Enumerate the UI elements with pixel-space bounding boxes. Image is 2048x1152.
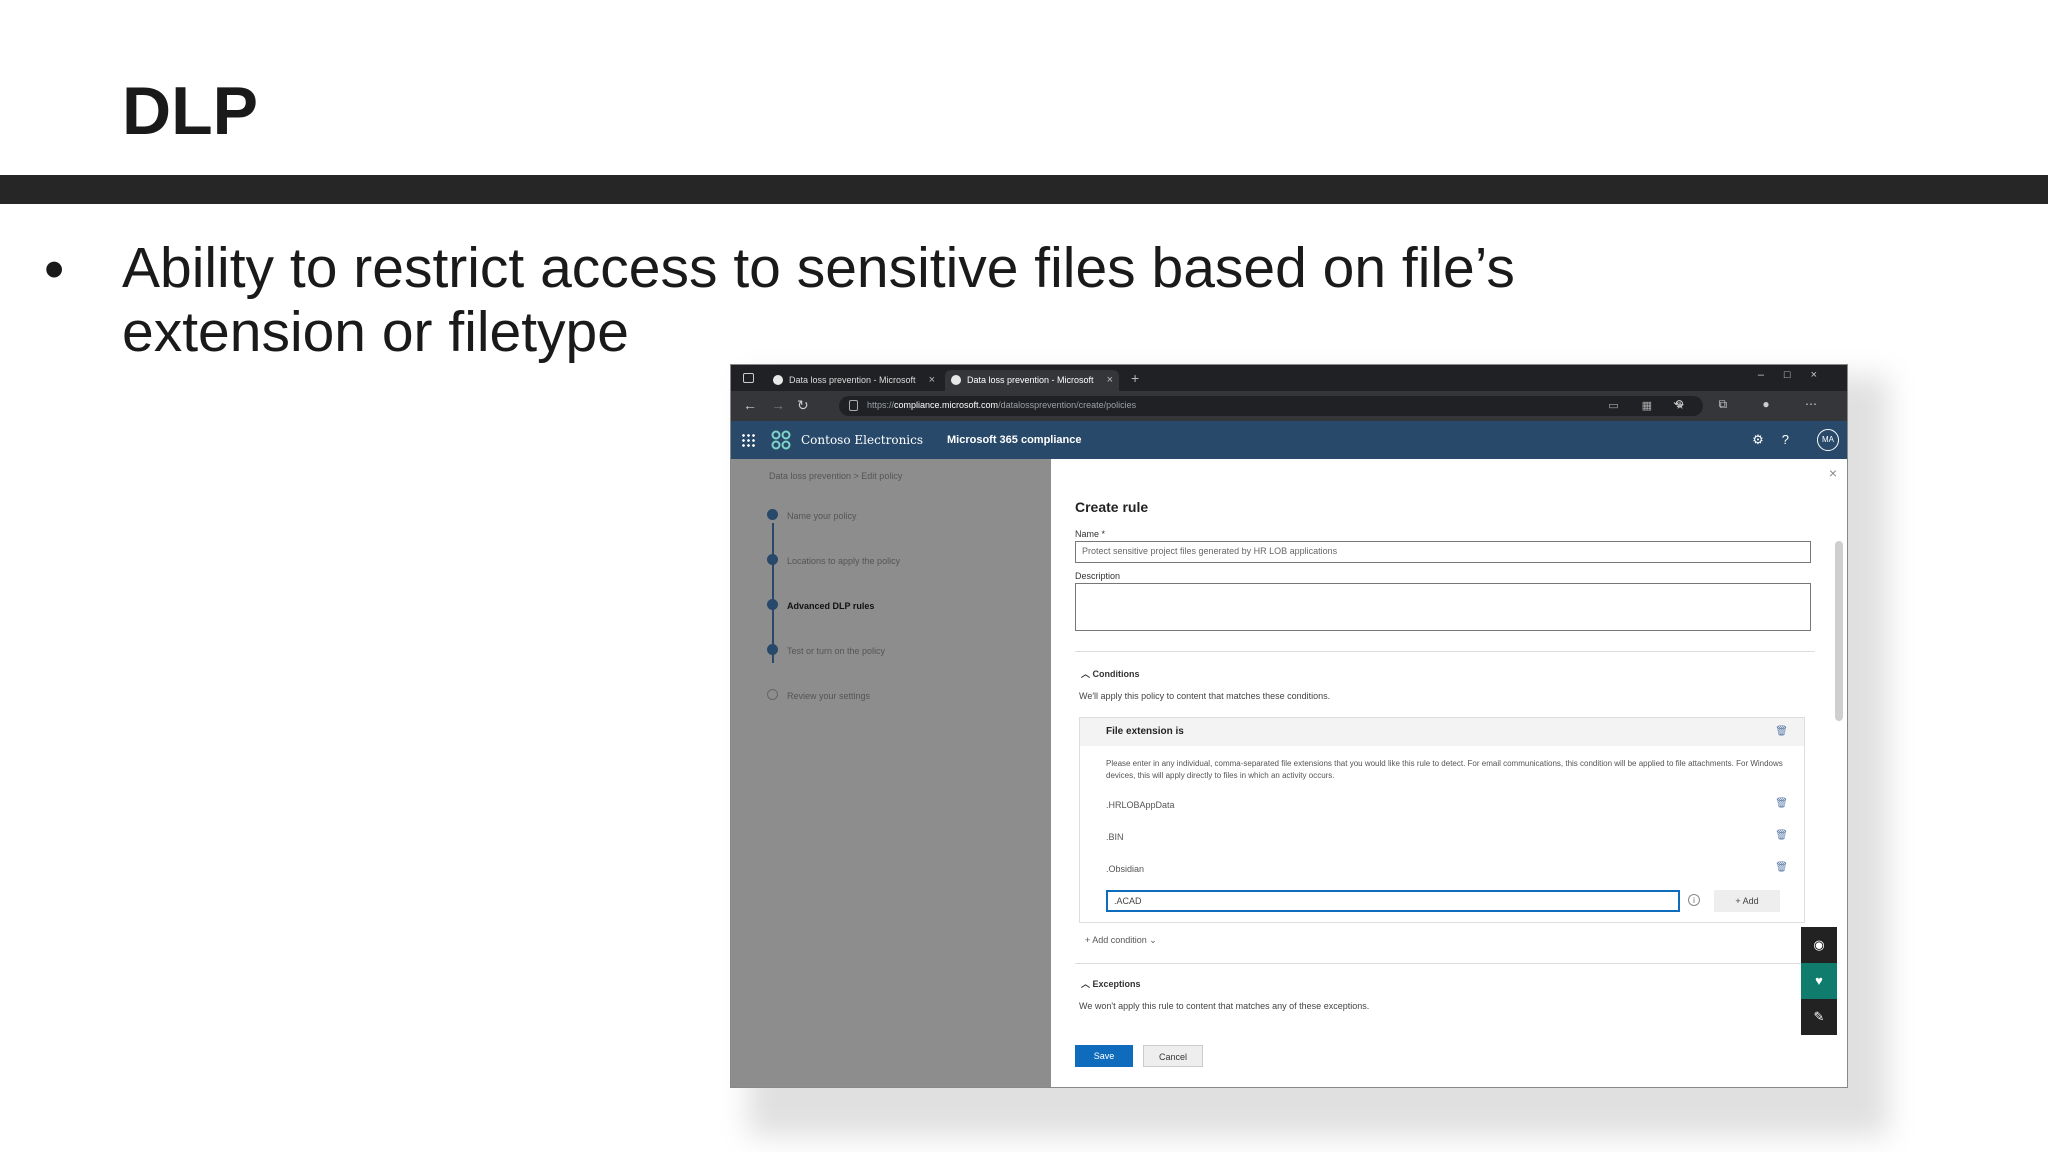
add-extension-button[interactable]: + Add: [1714, 890, 1780, 912]
close-tab-icon[interactable]: ×: [929, 374, 935, 386]
avatar[interactable]: MA: [1817, 429, 1839, 451]
condition-header[interactable]: File extension is: [1080, 718, 1804, 746]
address-bar[interactable]: https://compliance.microsoft.com/datalos…: [839, 396, 1703, 416]
contoso-logo-icon: [771, 430, 791, 450]
browser-tab-bar: Data loss prevention - Microsoft × Data …: [731, 365, 1847, 391]
extensions-icons[interactable]: ⟲ ⧉ ● ⋯: [1673, 397, 1833, 412]
trash-icon[interactable]: 🗑: [1775, 798, 1788, 809]
url-host: compliance.microsoft.com: [894, 400, 999, 410]
browser-toolbar: ← → ↻ https://compliance.microsoft.com/d…: [731, 391, 1847, 421]
close-tab-icon[interactable]: ×: [1107, 374, 1113, 386]
lock-icon: [849, 400, 858, 411]
slide: DLP • Ability to restrict access to sens…: [0, 0, 2048, 1152]
step-pending-icon: [767, 644, 778, 655]
conditions-hint: We'll apply this policy to content that …: [1079, 691, 1331, 701]
scrollbar[interactable]: [1835, 541, 1843, 721]
product-name: Microsoft 365 compliance: [947, 434, 1082, 446]
title-divider-bar: [0, 175, 2048, 204]
exceptions-hint: We won't apply this rule to content that…: [1079, 1001, 1370, 1011]
cancel-button[interactable]: Cancel: [1143, 1045, 1203, 1067]
extension-item: .BIN: [1106, 832, 1124, 842]
refresh-icon[interactable]: ↻: [797, 397, 809, 414]
back-icon[interactable]: ←: [743, 397, 757, 413]
condition-card: File extension is 🗑 Please enter in any …: [1079, 717, 1805, 923]
description-label: Description: [1075, 571, 1121, 581]
divider: [1075, 963, 1815, 964]
support-icon[interactable]: ◉: [1801, 927, 1837, 963]
condition-title: File extension is: [1106, 726, 1184, 737]
progress-rail: [772, 523, 774, 663]
rule-name-input[interactable]: Protect sensitive project files generate…: [1075, 541, 1811, 563]
wizard-step-current[interactable]: Advanced DLP rules: [787, 601, 874, 611]
exceptions-label: Exceptions: [1092, 979, 1141, 989]
extension-item: .Obsidian: [1106, 864, 1145, 874]
window-menu-icon[interactable]: [743, 373, 754, 383]
shield-icon: [773, 375, 783, 385]
embedded-screenshot: Data loss prevention - Microsoft × Data …: [730, 364, 1848, 1088]
info-icon[interactable]: i: [1688, 894, 1700, 906]
save-button[interactable]: Save: [1075, 1045, 1133, 1067]
trash-icon[interactable]: 🗑: [1775, 830, 1788, 841]
trash-icon[interactable]: 🗑: [1775, 862, 1788, 873]
wizard-sidebar: Data loss prevention > Edit policy Name …: [731, 459, 1051, 1087]
browser-tab-2[interactable]: Data loss prevention - Microsoft ×: [945, 370, 1119, 391]
url-path: /datalossprevention/create/policies: [998, 400, 1137, 410]
url-prefix: https://: [867, 400, 895, 410]
brand-name: Contoso Electronics: [801, 433, 924, 447]
description-textarea[interactable]: [1075, 583, 1811, 631]
extension-item: .HRLOBAppData: [1106, 800, 1175, 810]
step-current-icon: [767, 599, 778, 610]
condition-description: Please enter in any individual, comma-se…: [1106, 759, 1783, 780]
app-launcher-icon[interactable]: [741, 433, 755, 447]
close-icon[interactable]: ×: [1829, 465, 1837, 481]
wizard-step[interactable]: Review your settings: [787, 691, 870, 701]
name-label: Name *: [1075, 529, 1106, 539]
app-header: Contoso Electronics Microsoft 365 compli…: [731, 421, 1847, 459]
extension-input[interactable]: .ACAD: [1106, 890, 1680, 912]
exceptions-header[interactable]: ︿ Exceptions: [1081, 977, 1141, 990]
tab-title: Data loss prevention - Microsoft: [967, 375, 1094, 385]
trash-icon[interactable]: 🗑: [1775, 726, 1788, 737]
feedback-icon[interactable]: ♥: [1801, 963, 1837, 999]
window-controls[interactable]: –□×: [1758, 369, 1837, 381]
create-rule-panel: × Create rule Name * Protect sensitive p…: [1051, 459, 1847, 1087]
bullet-text: Ability to restrict access to sensitive …: [122, 236, 1515, 364]
new-tab-button[interactable]: +: [1131, 370, 1139, 386]
conditions-label: Conditions: [1092, 669, 1140, 679]
settings-help-icons[interactable]: ⚙?: [1752, 432, 1807, 448]
bullet-marker: •: [44, 237, 65, 302]
slide-title: DLP: [122, 73, 258, 149]
chat-icon[interactable]: ✎: [1801, 999, 1837, 1035]
conditions-header[interactable]: ︿ Conditions: [1081, 667, 1140, 680]
forward-icon[interactable]: →: [771, 397, 785, 413]
browser-tab-1[interactable]: Data loss prevention - Microsoft ×: [767, 370, 941, 391]
chevron-up-icon: ︿: [1081, 979, 1091, 989]
shield-icon: [951, 375, 961, 385]
chevron-up-icon: ︿: [1081, 669, 1091, 679]
breadcrumb[interactable]: Data loss prevention > Edit policy: [769, 471, 902, 481]
tab-title: Data loss prevention - Microsoft: [789, 375, 916, 385]
wizard-step[interactable]: Test or turn on the policy: [787, 646, 885, 656]
add-condition-button[interactable]: + Add condition ⌄: [1085, 935, 1157, 946]
divider: [1075, 651, 1815, 652]
step-done-icon: [767, 509, 778, 520]
step-pending-icon: [767, 689, 778, 700]
step-done-icon: [767, 554, 778, 565]
panel-title: Create rule: [1075, 499, 1149, 515]
wizard-step[interactable]: Locations to apply the policy: [787, 556, 900, 566]
wizard-step[interactable]: Name your policy: [787, 511, 857, 521]
